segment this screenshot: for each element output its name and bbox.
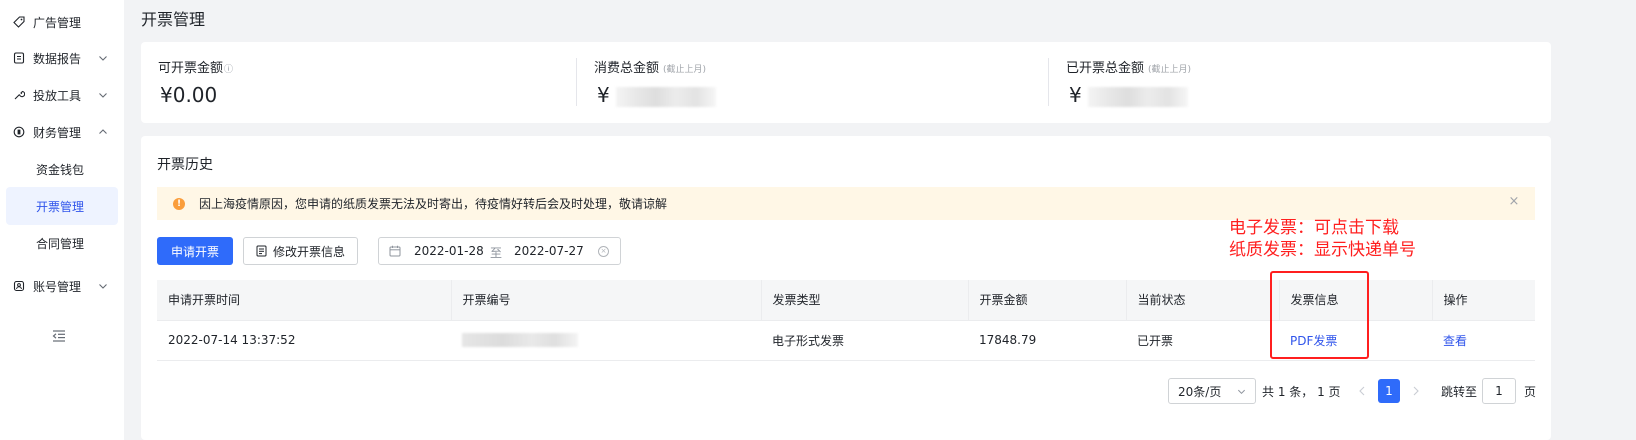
cell-invoice-info: PDF发票	[1279, 320, 1432, 361]
sidebar-item-tools[interactable]: 投放工具	[0, 76, 124, 114]
stat-note: (截止上月)	[663, 65, 707, 75]
calendar-icon	[389, 245, 401, 257]
page-size-select[interactable]: 20条/页	[1168, 378, 1256, 404]
warning-icon: !	[173, 197, 185, 210]
stat-issued: 已开票总金额 (截止上月) ¥	[1066, 42, 1526, 123]
chevron-left-icon[interactable]	[1355, 382, 1369, 400]
cell-apply-time: 2022-07-14 13:37:52	[157, 320, 451, 361]
sidebar-sub-invoice[interactable]: 开票管理	[6, 187, 118, 225]
sidebar-item-label: 财务管理	[33, 125, 82, 140]
notice-text: 因上海疫情原因，您申请的纸质发票无法及时寄出，待疫情好转后会及时处理，敬请谅解	[199, 197, 668, 211]
currency-symbol: ¥	[597, 83, 610, 107]
sidebar-item-finance[interactable]: 财务管理	[0, 113, 124, 151]
sidebar-item-label: 投放工具	[33, 88, 82, 103]
redacted-value	[462, 333, 578, 348]
cell-invoice-number	[451, 320, 761, 361]
pagination-total: 共 1 条， 1 页	[1262, 385, 1341, 399]
sidebar: 广告管理 数据报告 投放工具 财务管理 资金钱包 开票管理 合同管理 账号管理	[0, 0, 124, 440]
stat-note: (截止上月)	[1148, 65, 1192, 75]
report-icon	[12, 51, 26, 65]
redacted-value	[615, 86, 716, 107]
jump-suffix: 页	[1524, 385, 1537, 399]
stat-consumed: 消费总金额 (截止上月) ¥	[594, 42, 1054, 123]
stat-label: 消费总金额	[594, 61, 660, 76]
cell-amount: 17848.79	[968, 320, 1126, 361]
stat-value: ¥0.00	[160, 83, 218, 107]
annotation-line: 电子发票：可点击下载	[1229, 218, 1399, 238]
column-header: 操作	[1432, 280, 1535, 321]
date-start[interactable]: 2022-01-28	[414, 244, 484, 258]
sidebar-item-ads[interactable]: 广告管理	[0, 3, 124, 41]
table-header-row: 申请开票时间 开票编号 发票类型 开票金额 当前状态 发票信息 操作	[157, 280, 1535, 321]
sidebar-item-label: 数据报告	[33, 51, 82, 66]
stat-available: 可开票金额ⓘ ¥0.00	[158, 42, 578, 123]
annotation-text: 电子发票：可点击下载 纸质发票：显示快递单号	[1229, 217, 1416, 261]
column-header: 开票金额	[968, 280, 1127, 321]
sidebar-item-label: 广告管理	[33, 15, 82, 30]
page-button-current[interactable]: 1	[1378, 379, 1400, 403]
currency-symbol: ¥	[1069, 83, 1082, 107]
section-title: 开票历史	[157, 157, 213, 173]
clear-icon[interactable]: ×	[598, 246, 609, 257]
cell-status: 已开票	[1126, 320, 1279, 361]
sidebar-sub-contract[interactable]: 合同管理	[6, 224, 118, 262]
cell-invoice-type: 电子形式发票	[761, 320, 968, 361]
page-size-value: 20条/页	[1178, 384, 1222, 399]
collapse-sidebar-icon[interactable]	[50, 327, 68, 345]
column-header: 发票信息	[1279, 280, 1433, 321]
sidebar-item-account[interactable]: 账号管理	[0, 267, 124, 305]
column-header: 发票类型	[761, 280, 969, 321]
close-icon[interactable]: ×	[1507, 195, 1521, 209]
invoice-history-card: 开票历史 ! 因上海疫情原因，您申请的纸质发票无法及时寄出，待疫情好转后会及时处…	[141, 136, 1551, 440]
stat-value: ¥	[597, 83, 716, 107]
stat-label: 已开票总金额	[1066, 61, 1145, 76]
sidebar-item-data-report[interactable]: 数据报告	[0, 39, 124, 77]
sidebar-sub-label: 开票管理	[36, 199, 85, 214]
notice-banner: ! 因上海疫情原因，您申请的纸质发票无法及时寄出，待疫情好转后会及时处理，敬请谅…	[157, 187, 1535, 220]
chevron-down-icon	[96, 88, 110, 102]
annotation-line: 纸质发票：显示快递单号	[1229, 240, 1416, 260]
jump-label: 跳转至	[1441, 385, 1478, 399]
view-link[interactable]: 查看	[1443, 334, 1467, 348]
apply-invoice-button[interactable]: 申请开票	[157, 237, 233, 265]
document-icon	[256, 245, 267, 257]
pdf-invoice-link[interactable]: PDF发票	[1290, 334, 1337, 348]
column-header: 开票编号	[451, 280, 762, 321]
invoice-table: 申请开票时间 开票编号 发票类型 开票金额 当前状态 发票信息 操作 2022-…	[157, 280, 1535, 361]
stat-label: 可开票金额	[158, 61, 224, 76]
button-label: 修改开票信息	[272, 244, 345, 259]
date-end[interactable]: 2022-07-27	[514, 244, 584, 258]
divider	[576, 58, 577, 106]
tag-icon	[12, 15, 26, 29]
chevron-up-icon	[96, 125, 110, 139]
sidebar-sub-label: 资金钱包	[36, 162, 85, 177]
tool-icon	[12, 88, 26, 102]
stat-value: ¥	[1069, 83, 1188, 107]
sidebar-sub-wallet[interactable]: 资金钱包	[6, 150, 118, 188]
divider	[1048, 58, 1049, 106]
date-range-picker[interactable]: 2022-01-28 至 2022-07-27 ×	[378, 237, 621, 265]
chevron-down-icon	[96, 51, 110, 65]
account-icon	[12, 279, 26, 293]
edit-invoice-info-button[interactable]: 修改开票信息	[243, 237, 358, 265]
column-header: 申请开票时间	[157, 280, 452, 321]
summary-card: 可开票金额ⓘ ¥0.00 消费总金额 (截止上月) ¥ 已开票总金额 (截止上月) …	[141, 42, 1551, 123]
table-row: 2022-07-14 13:37:52 电子形式发票 17848.79 已开票 …	[157, 320, 1535, 361]
column-header: 当前状态	[1126, 280, 1280, 321]
chevron-right-icon[interactable]	[1409, 382, 1423, 400]
chevron-down-icon	[1237, 387, 1246, 396]
jump-page-input[interactable]	[1482, 378, 1516, 404]
chevron-down-icon	[96, 279, 110, 293]
redacted-value	[1087, 86, 1188, 107]
page-title: 开票管理	[141, 10, 206, 29]
cell-action: 查看	[1432, 320, 1535, 361]
finance-icon	[12, 125, 26, 139]
sidebar-item-label: 账号管理	[33, 279, 82, 294]
info-icon[interactable]: ⓘ	[224, 62, 233, 75]
sidebar-sub-label: 合同管理	[36, 236, 85, 251]
date-separator: 至	[490, 246, 503, 260]
